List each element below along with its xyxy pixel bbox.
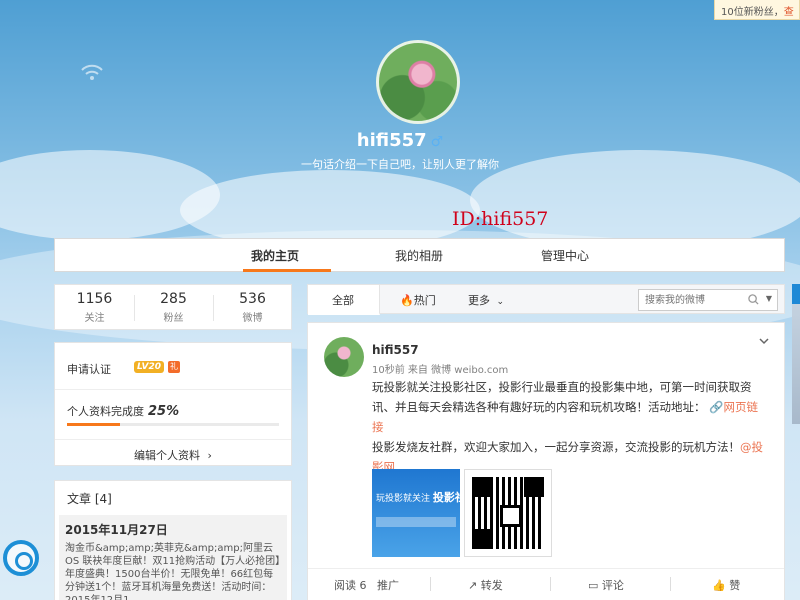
chevron-down-icon[interactable]	[758, 335, 770, 347]
banner-bar	[376, 517, 456, 527]
notification-link[interactable]: 查	[784, 7, 794, 18]
feed-tab-more[interactable]: 更多 ⌄	[468, 292, 504, 308]
stat-label: 粉丝	[163, 313, 184, 324]
weibo-post: hifi557 10秒前 来自 微博 weibo.com 玩投影就关注投影社区，…	[307, 322, 785, 600]
profile-info-card: 申请认证 LV20 礼 个人资料完成度 25% 编辑个人资料 ›	[54, 342, 292, 466]
completeness-label: 个人资料完成度	[67, 405, 144, 418]
like-label: 赞	[729, 579, 741, 592]
stat-value: 285	[160, 291, 187, 307]
profile-username: hifi557 ♂	[0, 130, 800, 151]
banner-text: 玩投影就关注 投影社区	[376, 489, 460, 505]
comment-label: 评论	[601, 579, 624, 592]
active-tab-underline	[243, 269, 331, 272]
stat-weibo-count[interactable]: 536 微博	[213, 291, 292, 324]
id-watermark: ID:hifi557	[452, 208, 549, 230]
edit-profile-link[interactable]: 编辑个人资料 ›	[55, 447, 291, 463]
articles-card: 文章 [4] 2015年11月27日 淘金币&amp;amp;英菲克&amp;a…	[54, 480, 292, 600]
qr-code	[472, 477, 544, 549]
articles-header[interactable]: 文章 [4]	[67, 490, 112, 507]
stat-followers[interactable]: 285 粉丝	[134, 291, 213, 324]
male-gender-icon: ♂	[430, 134, 444, 150]
banner-caption: 玩投影就关注	[376, 494, 431, 504]
divider	[670, 577, 671, 591]
feed-tab-all[interactable]: 全部	[332, 292, 354, 308]
stat-following[interactable]: 1156 关注	[55, 291, 134, 324]
profile-avatar[interactable]	[376, 40, 460, 124]
username-text: hifi557	[356, 130, 427, 151]
caret-down-icon[interactable]: ▼	[766, 294, 772, 303]
weibo-search: ▼	[638, 289, 778, 311]
article-date: 2015年11月27日	[65, 523, 168, 537]
stat-label: 关注	[84, 313, 105, 324]
post-action-bar: 阅读 6 推广 ↗ 转发 ▭ 评论 👍 赞	[308, 568, 784, 598]
repost-label: 转发	[480, 579, 503, 592]
post-image-qr-code[interactable]	[464, 469, 552, 557]
completeness-value: 25%	[148, 404, 180, 419]
profile-completeness: 个人资料完成度 25%	[67, 403, 179, 419]
stat-label: 微博	[242, 313, 263, 324]
like-button[interactable]: 👍 赞	[712, 577, 740, 593]
article-summary: 淘金币&amp;amp;英菲克&amp;amp;阿里云OS 联袂年度巨献！双11…	[65, 543, 281, 600]
divider	[55, 389, 291, 390]
level-badge[interactable]: LV20	[134, 361, 164, 373]
hot-label: 热门	[413, 294, 436, 307]
post-text: 玩投影就关注投影社区，投影行业最垂直的投影集中地，可第一时间获取资讯、并且每天会…	[372, 380, 752, 414]
search-icon[interactable]	[748, 294, 759, 305]
tab-my-album[interactable]: 我的相册	[395, 247, 443, 264]
completeness-progress-bar	[67, 423, 279, 426]
post-meta: 10秒前 来自 微博 weibo.com	[372, 365, 509, 376]
post-author-name[interactable]: hifi557	[372, 343, 419, 357]
tab-my-home[interactable]: 我的主页	[251, 247, 299, 264]
profile-bio[interactable]: 一句话介绍一下自己吧，让别人更了解你	[0, 156, 800, 172]
fire-icon: 🔥	[400, 294, 414, 307]
site-logo-watermark	[3, 540, 39, 576]
repost-icon: ↗	[468, 579, 478, 592]
thumbs-up-icon: 👍	[712, 579, 726, 592]
weibo-search-input[interactable]	[639, 290, 739, 310]
comment-button[interactable]: ▭ 评论	[588, 577, 624, 593]
profile-nav-bar: 我的主页 我的相册 管理中心	[54, 238, 785, 272]
chevron-down-icon: ⌄	[496, 297, 505, 307]
divider	[550, 577, 551, 591]
stat-value: 536	[239, 291, 266, 307]
tab-manage-center[interactable]: 管理中心	[541, 247, 589, 264]
post-image-banner[interactable]: 玩投影就关注 投影社区	[372, 469, 460, 557]
stats-card: 1156 关注 285 粉丝 536 微博	[54, 284, 292, 330]
repost-button[interactable]: ↗ 转发	[468, 577, 503, 593]
comment-icon: ▭	[588, 579, 599, 592]
post-content: 玩投影就关注投影社区，投影行业最垂直的投影集中地，可第一时间获取资讯、并且每天会…	[372, 377, 768, 477]
post-author-avatar[interactable]	[324, 337, 364, 377]
chevron-right-icon: ›	[207, 449, 212, 462]
feed-filter-bar: 全部 🔥热门 更多 ⌄ ▼	[307, 284, 785, 315]
more-label: 更多	[468, 294, 490, 307]
promote-button[interactable]: 推广	[377, 577, 399, 593]
right-sidebar-edge	[792, 284, 800, 424]
stat-value: 1156	[76, 291, 113, 307]
apply-verification-link[interactable]: 申请认证	[67, 361, 111, 377]
divider	[430, 577, 431, 591]
gift-icon[interactable]: 礼	[168, 361, 180, 373]
notification-text: 10位新粉丝，	[721, 7, 784, 18]
feed-tab-hot[interactable]: 🔥热门	[400, 292, 436, 308]
banner-title: 投影社区	[432, 491, 460, 504]
read-count: 阅读 6	[334, 579, 367, 592]
article-item[interactable]: 2015年11月27日 淘金币&amp;amp;英菲克&amp;amp;阿里云O…	[59, 515, 287, 600]
divider	[55, 439, 291, 440]
sidebar-tab[interactable]	[792, 284, 800, 304]
new-followers-notification[interactable]: 10位新粉丝，查	[714, 0, 800, 20]
progress-fill	[67, 423, 120, 426]
post-text: 投影发烧友社群，欢迎大家加入，一起分享资源，交流投影的玩机方法！	[372, 440, 740, 454]
edit-profile-label: 编辑个人资料	[134, 449, 201, 462]
link-icon: 🔗	[709, 400, 724, 414]
wifi-icon	[81, 64, 103, 80]
